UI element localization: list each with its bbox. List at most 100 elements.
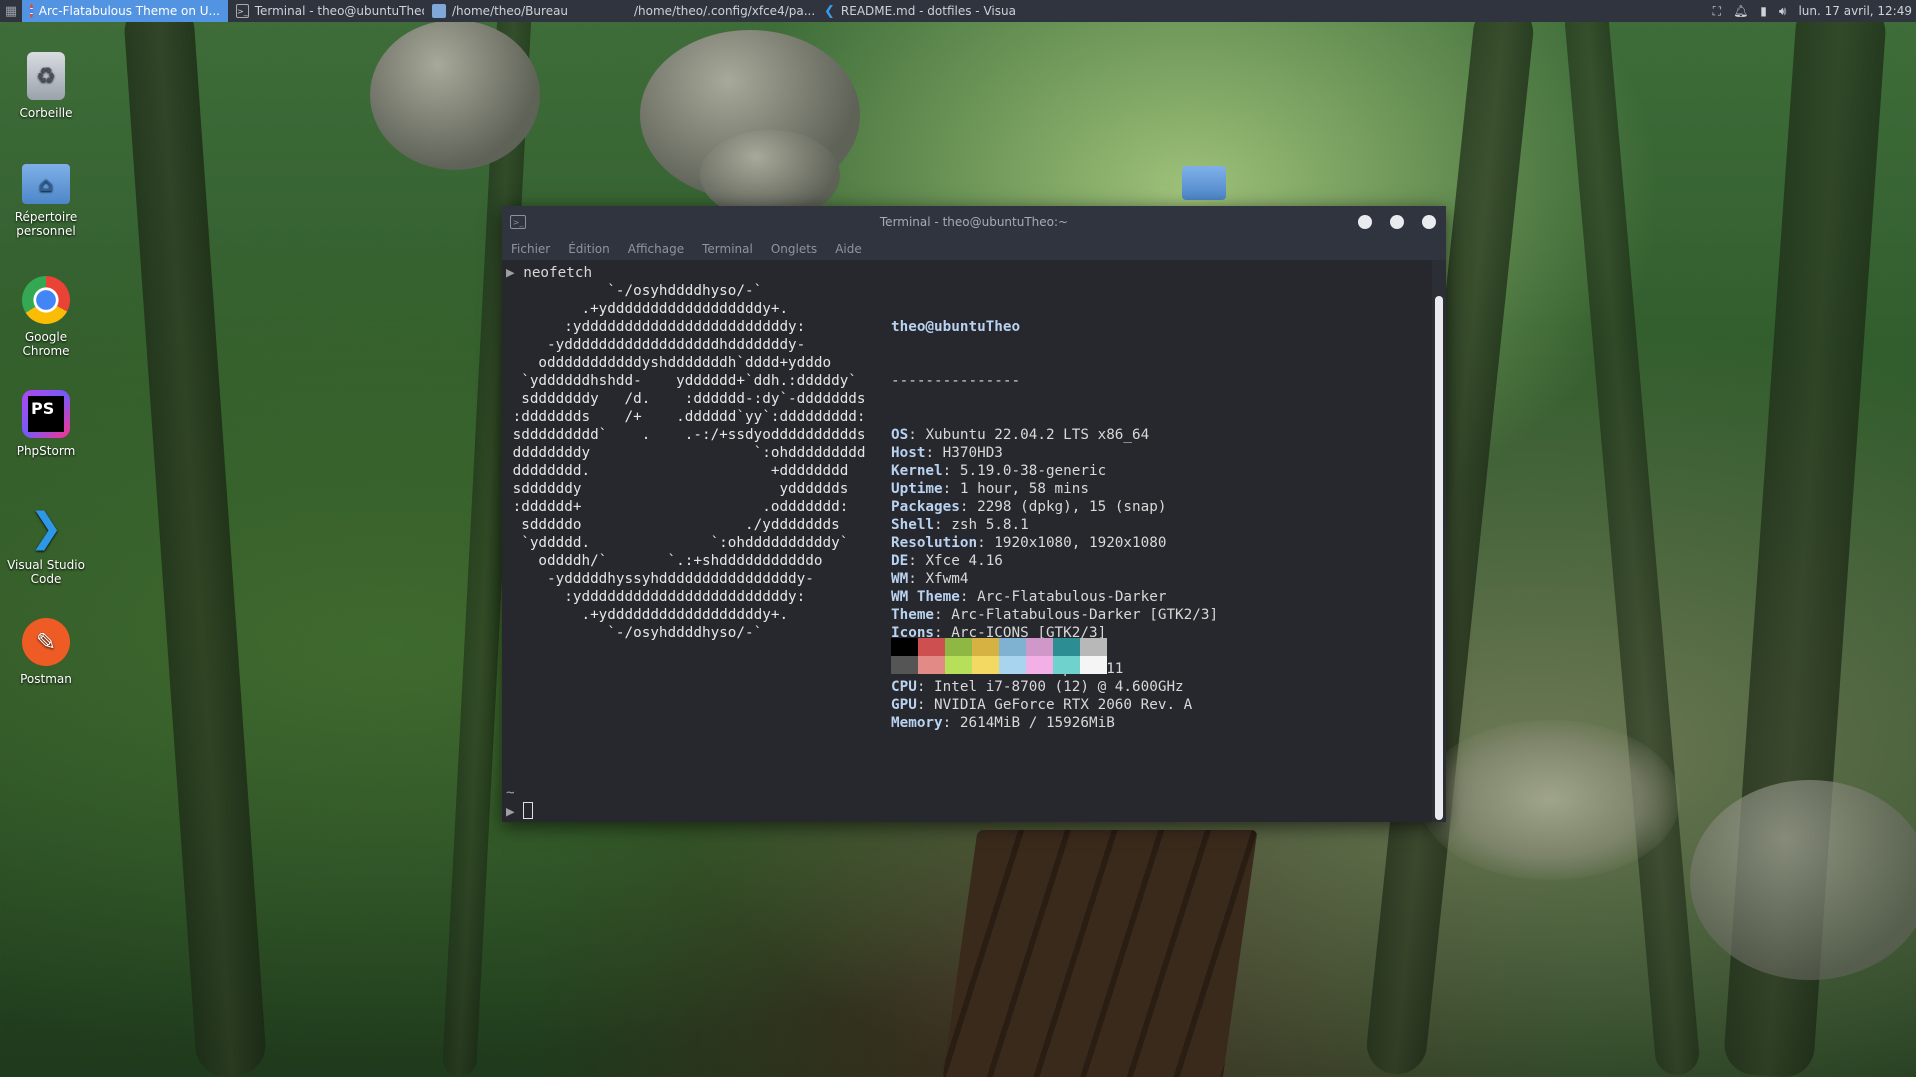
menu-affichage[interactable]: Affichage	[628, 242, 684, 256]
info-colon: :	[942, 715, 960, 731]
color-swatch	[1053, 656, 1080, 674]
desktop-icon-vscode[interactable]: ❯ Visual Studio Code	[0, 504, 92, 586]
phpstorm-icon: PS	[22, 390, 70, 438]
desktop-icon-trash[interactable]: ♻ Corbeille	[0, 52, 92, 120]
terminal-icon[interactable]: >_	[510, 215, 526, 229]
info-colon: :	[934, 607, 952, 623]
scrollbar[interactable]	[1432, 260, 1446, 822]
info-line: GPU: NVIDIA GeForce RTX 2060 Rev. A	[891, 696, 1218, 714]
desktop-icon-label: Répertoire personnel	[14, 210, 78, 238]
chrome-icon	[30, 4, 33, 18]
info-colon: :	[908, 427, 926, 443]
desktop-icon-phpstorm[interactable]: PS PhpStorm	[0, 390, 92, 458]
window-title: Terminal - theo@ubuntuTheo:~	[879, 215, 1069, 229]
maximize-button[interactable]	[1390, 215, 1404, 229]
home-folder-icon: ⌂	[22, 164, 70, 204]
info-key: Resolution	[891, 535, 978, 551]
desktop-icon-label: Postman	[20, 672, 72, 686]
info-line: WM Theme: Arc-Flatabulous-Darker	[891, 588, 1218, 606]
bottom-prompt: ~ ▶	[506, 784, 533, 821]
terminal-window: >_ Terminal - theo@ubuntuTheo:~ Fichier …	[502, 206, 1446, 822]
menu-fichier[interactable]: Fichier	[511, 242, 550, 256]
clock[interactable]: lun. 17 avril, 12:49	[1798, 4, 1912, 18]
whisker-menu-button[interactable]: ▦	[0, 0, 22, 22]
info-value: Xfwm4	[925, 571, 969, 587]
color-swatch	[1080, 638, 1107, 656]
color-swatch	[972, 656, 999, 674]
info-line: Packages: 2298 (dpkg), 15 (snap)	[891, 498, 1218, 516]
info-key: CPU	[891, 679, 917, 695]
info-colon: :	[959, 499, 978, 515]
battery-icon[interactable]: ▮	[1760, 4, 1767, 18]
volume-icon[interactable]: 🔊︎	[1779, 4, 1787, 19]
taskbar-item-terminal[interactable]: >_ Terminal - theo@ubuntuTheo:~	[228, 0, 424, 22]
system-tray: ⛶ 🔔︎ ▮ 🔊︎ lun. 17 avril, 12:49	[1713, 4, 1916, 19]
color-swatch	[1026, 638, 1053, 656]
desktop-icon-label: Corbeille	[19, 106, 73, 120]
menu-bar: Fichier Édition Affichage Terminal Ongle…	[502, 238, 1446, 260]
notification-bell-icon[interactable]: 🔔︎	[1733, 4, 1748, 18]
vscode-icon: ❯	[29, 505, 63, 551]
folder-icon	[432, 4, 446, 18]
chrome-icon	[22, 276, 70, 324]
window-titlebar[interactable]: >_ Terminal - theo@ubuntuTheo:~	[502, 206, 1446, 238]
desktop-icon-home[interactable]: ⌂ Répertoire personnel	[0, 164, 92, 238]
info-colon: :	[959, 589, 978, 605]
menu-edition[interactable]: Édition	[568, 242, 610, 256]
info-colon: :	[925, 445, 943, 461]
info-value: 1 hour, 58 mins	[959, 481, 1089, 497]
taskbar-item-vscode[interactable]: ❮ README.md - dotfiles - Visua...	[816, 0, 1016, 22]
prompt-symbol: ▶	[506, 804, 515, 820]
desktop-icon-postman[interactable]: ✎ Postman	[0, 618, 92, 686]
taskbar-item-label: /home/theo/.config/xfce4/pa...	[634, 4, 816, 18]
menu-aide[interactable]: Aide	[835, 242, 862, 256]
scrollbar-thumb[interactable]	[1435, 296, 1443, 820]
desktop-icon-label: Google Chrome	[22, 330, 70, 358]
taskbar-item-folder-bureau[interactable]: /home/theo/Bureau	[424, 0, 620, 22]
info-line: Memory: 2614MiB / 15926MiB	[891, 714, 1218, 732]
info-key: Uptime	[891, 481, 943, 497]
menu-onglets[interactable]: Onglets	[771, 242, 817, 256]
network-icon[interactable]: ⛶	[1713, 4, 1721, 19]
info-value: 2298 (dpkg), 15 (snap)	[977, 499, 1167, 515]
minimize-button[interactable]	[1358, 215, 1372, 229]
terminal-icon: >_	[236, 4, 249, 18]
distro-ascii-logo: `-/osyhddddhyso/-` .+ydddddddddddddddddd…	[512, 283, 866, 641]
color-swatch	[1053, 638, 1080, 656]
info-value: Xfce 4.16	[925, 553, 1003, 569]
info-value: Xubuntu 22.04.2 LTS x86_64	[925, 427, 1150, 443]
info-key: Packages	[891, 499, 960, 515]
color-swatch	[891, 638, 918, 656]
taskbar-item-chrome[interactable]: Arc-Flatabulous Theme on U...	[22, 0, 228, 22]
desktop-icon-chrome[interactable]: Google Chrome	[0, 276, 92, 358]
desktop-folder-icon[interactable]	[1182, 166, 1226, 200]
taskbar-item-folder-config[interactable]: /home/theo/.config/xfce4/pa...	[620, 0, 816, 22]
info-colon: :	[916, 697, 935, 713]
info-key: Memory	[891, 715, 943, 731]
info-value: 1920x1080, 1920x1080	[994, 535, 1167, 551]
info-line: OS: Xubuntu 22.04.2 LTS x86_64	[891, 426, 1218, 444]
info-line: Kernel: 5.19.0-38-generic	[891, 462, 1218, 480]
info-line: Shell: zsh 5.8.1	[891, 516, 1218, 534]
info-colon: :	[942, 481, 960, 497]
color-swatch	[1026, 656, 1053, 674]
taskbar-item-label: Arc-Flatabulous Theme on U...	[38, 4, 220, 18]
info-colon: :	[934, 517, 952, 533]
desktop-icon-label: PhpStorm	[16, 444, 76, 458]
info-key: DE	[891, 553, 909, 569]
trash-icon: ♻	[27, 52, 65, 100]
info-key: Theme	[891, 607, 935, 623]
top-panel: ▦ Arc-Flatabulous Theme on U... >_ Termi…	[0, 0, 1916, 22]
info-colon: :	[977, 535, 995, 551]
info-key: WM Theme	[891, 589, 960, 605]
color-swatch	[945, 638, 972, 656]
color-swatch	[999, 638, 1026, 656]
taskbar-item-label: README.md - dotfiles - Visua...	[840, 4, 1016, 18]
info-value: Intel i7-8700 (12) @ 4.600GHz	[934, 679, 1184, 695]
terminal-output[interactable]: ▶ neofetch `-/osyhddddhyso/-` .+yddddddd…	[502, 260, 1432, 822]
info-value: 5.19.0-38-generic	[959, 463, 1107, 479]
close-button[interactable]	[1422, 215, 1436, 229]
menu-terminal[interactable]: Terminal	[702, 242, 753, 256]
info-value: H370HD3	[942, 445, 1003, 461]
taskbar-item-label: /home/theo/Bureau	[452, 4, 569, 18]
